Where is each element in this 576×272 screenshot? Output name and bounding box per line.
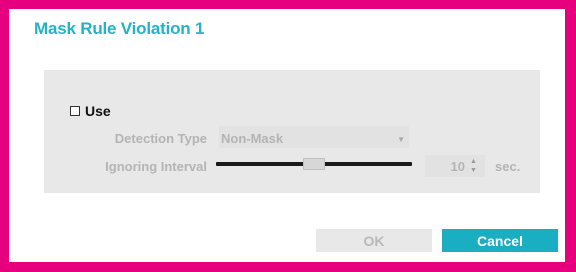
mask-rule-dialog: Mask Rule Violation 1 Use Detection Type… <box>9 9 565 262</box>
use-label: Use <box>85 103 111 119</box>
detection-type-label: Detection Type <box>114 131 207 146</box>
spin-down-icon[interactable]: ▼ <box>470 167 477 174</box>
interval-unit: sec. <box>495 159 521 174</box>
slider-thumb[interactable] <box>303 158 325 170</box>
use-checkbox[interactable] <box>70 106 80 116</box>
chevron-down-icon: ▼ <box>397 135 405 144</box>
ignoring-interval-label: Ignoring Interval <box>105 159 207 174</box>
detection-type-value: Non-Mask <box>221 131 284 146</box>
spin-up-icon[interactable]: ▲ <box>470 158 477 165</box>
detection-type-select[interactable]: Non-Mask ▼ <box>219 126 409 148</box>
cancel-button[interactable]: Cancel <box>442 229 558 252</box>
dialog-title: Mask Rule Violation 1 <box>34 19 205 38</box>
ignoring-interval-input[interactable]: 10 ▲ ▼ <box>425 155 485 177</box>
ignoring-interval-slider[interactable] <box>216 156 412 172</box>
ok-button[interactable]: OK <box>316 229 432 252</box>
settings-panel: Use Detection Type Non-Mask ▼ Ignoring I… <box>44 70 540 193</box>
interval-stepper[interactable]: ▲ ▼ <box>470 157 479 175</box>
use-toggle[interactable]: Use <box>70 103 111 119</box>
ignoring-interval-value: 10 <box>450 159 465 174</box>
